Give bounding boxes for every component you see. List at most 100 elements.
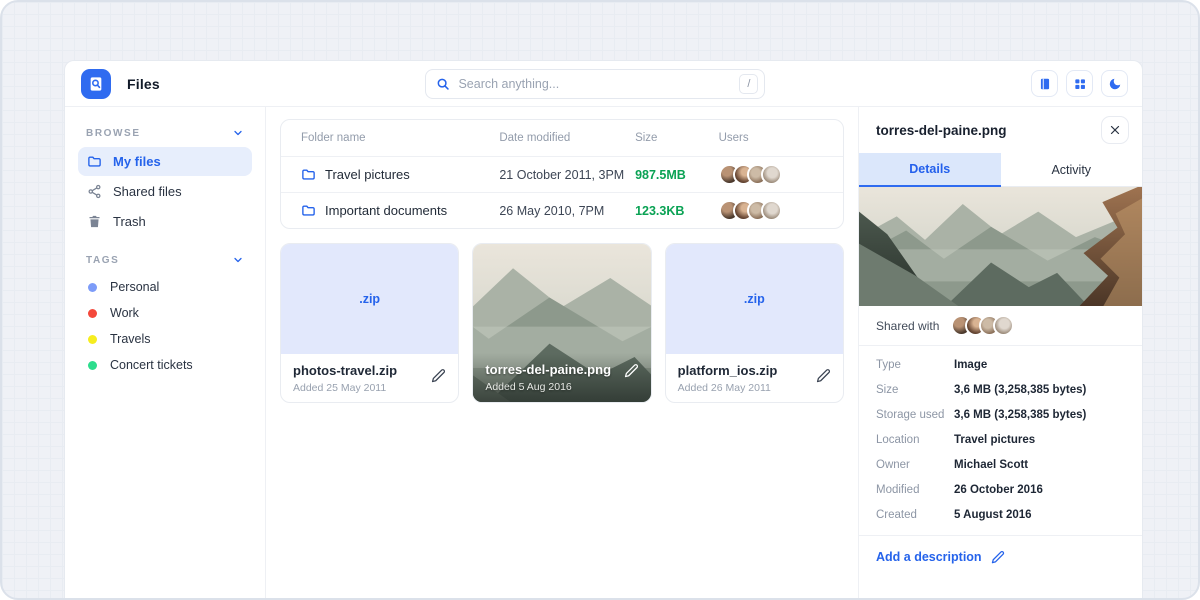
notebook-icon	[1038, 77, 1052, 91]
file-details-list: Type Image Size 3,6 MB (3,258,385 bytes)…	[859, 346, 1142, 531]
file-cards-row: .zip photos-travel.zip Added 25 May 2011	[280, 243, 844, 403]
file-added-date: Added 5 Aug 2016	[485, 381, 638, 393]
close-panel-button[interactable]	[1101, 116, 1129, 144]
chevron-down-icon[interactable]	[232, 127, 244, 139]
tag-item-work[interactable]: Work	[78, 300, 252, 326]
details-panel-header: torres-del-paine.png	[859, 107, 1142, 153]
tag-item-personal[interactable]: Personal	[78, 274, 252, 300]
folder-name: Important documents	[325, 203, 447, 218]
search-input[interactable]	[458, 77, 739, 91]
tag-color-dot	[88, 335, 97, 344]
notebook-button[interactable]	[1031, 70, 1058, 97]
detail-label: Location	[876, 434, 954, 446]
header-center: /	[160, 69, 1031, 99]
add-description-button[interactable]: Add a description	[859, 536, 1142, 578]
tag-label: Personal	[110, 280, 159, 294]
share-icon	[87, 184, 102, 199]
browse-section-label: BROWSE	[86, 128, 141, 139]
detail-row-location: Location Travel pictures	[876, 427, 1125, 452]
tag-label: Concert tickets	[110, 358, 193, 372]
file-card-platform-ios[interactable]: .zip platform_ios.zip Added 26 May 2011	[665, 243, 844, 403]
table-row-travel-pictures[interactable]: Travel pictures 21 October 2011, 3PM 987…	[281, 156, 843, 192]
pencil-icon	[816, 368, 831, 383]
browse-section-header: BROWSE	[78, 127, 252, 139]
moon-icon	[1108, 77, 1122, 91]
tag-item-travels[interactable]: Travels	[78, 326, 252, 352]
tag-color-dot	[88, 361, 97, 370]
column-header-folder-name: Folder name	[301, 132, 499, 144]
zip-preview: .zip	[281, 244, 458, 354]
avatar	[761, 200, 782, 221]
sidebar-item-label: Trash	[113, 214, 146, 229]
selected-file-title: torres-del-paine.png	[876, 123, 1007, 138]
rename-button[interactable]	[624, 363, 639, 378]
tag-item-concert-tickets[interactable]: Concert tickets	[78, 352, 252, 378]
detail-value: 26 October 2016	[954, 484, 1043, 496]
file-name: photos-travel.zip	[293, 363, 446, 378]
header-actions	[1031, 70, 1128, 97]
folder-icon	[301, 167, 316, 182]
zip-preview: .zip	[666, 244, 843, 354]
detail-value: Image	[954, 359, 987, 371]
tag-color-dot	[88, 309, 97, 318]
sidebar: BROWSE My files Shared files Trash	[65, 107, 266, 600]
dark-mode-button[interactable]	[1101, 70, 1128, 97]
search-icon	[436, 77, 450, 91]
detail-row-storage-used: Storage used 3,6 MB (3,258,385 bytes)	[876, 402, 1125, 427]
grid-icon	[1073, 77, 1087, 91]
detail-value: 3,6 MB (3,258,385 bytes)	[954, 409, 1086, 421]
date-modified: 21 October 2011, 3PM	[499, 168, 635, 182]
grid-view-button[interactable]	[1066, 70, 1093, 97]
main-content: Folder name Date modified Size Users Tra…	[266, 107, 858, 600]
tags-section-header: TAGS	[78, 254, 252, 266]
folder-icon	[87, 154, 102, 169]
sidebar-item-label: Shared files	[113, 184, 182, 199]
folder-size: 987.5MB	[635, 168, 719, 182]
app-header: Files /	[65, 61, 1142, 107]
file-card-photos-travel[interactable]: .zip photos-travel.zip Added 25 May 2011	[280, 243, 459, 403]
column-header-users: Users	[719, 132, 823, 144]
avatar	[993, 315, 1014, 336]
sidebar-item-label: My files	[113, 154, 161, 169]
tag-label: Travels	[110, 332, 151, 346]
detail-value: 3,6 MB (3,258,385 bytes)	[954, 384, 1086, 396]
tags-section-label: TAGS	[86, 255, 119, 266]
folders-table: Folder name Date modified Size Users Tra…	[280, 119, 844, 229]
detail-row-size: Size 3,6 MB (3,258,385 bytes)	[876, 377, 1125, 402]
folder-name: Travel pictures	[325, 167, 410, 182]
pencil-icon	[991, 550, 1005, 564]
details-tabs: Details Activity	[859, 153, 1142, 187]
pencil-icon	[431, 368, 446, 383]
shared-avatars	[951, 315, 1014, 336]
details-panel: torres-del-paine.png Details Activity	[858, 107, 1142, 600]
tab-activity[interactable]: Activity	[1001, 153, 1143, 187]
add-description-label: Add a description	[876, 550, 982, 564]
folder-icon	[301, 203, 316, 218]
table-header-row: Folder name Date modified Size Users	[281, 120, 843, 156]
tag-color-dot	[88, 283, 97, 292]
date-modified: 26 May 2010, 7PM	[499, 204, 635, 218]
page-background: Files /	[0, 0, 1200, 600]
trash-icon	[87, 214, 102, 229]
tab-details[interactable]: Details	[859, 153, 1001, 187]
detail-value: Michael Scott	[954, 459, 1028, 471]
detail-row-created: Created 5 August 2016	[876, 502, 1125, 527]
shared-with-label: Shared with	[876, 319, 939, 333]
detail-label: Storage used	[876, 409, 954, 421]
file-preview-image	[859, 187, 1142, 306]
rename-button[interactable]	[431, 368, 446, 383]
chevron-down-icon[interactable]	[232, 254, 244, 266]
shared-with-row: Shared with	[859, 306, 1142, 346]
rename-button[interactable]	[816, 368, 831, 383]
sidebar-item-shared-files[interactable]: Shared files	[78, 177, 252, 206]
detail-label: Size	[876, 384, 954, 396]
app-logo-icon	[81, 69, 111, 99]
sidebar-item-trash[interactable]: Trash	[78, 207, 252, 236]
file-card-torres-del-paine[interactable]: torres-del-paine.png Added 5 Aug 2016	[472, 243, 651, 403]
tag-label: Work	[110, 306, 139, 320]
table-row-important-documents[interactable]: Important documents 26 May 2010, 7PM 123…	[281, 192, 843, 228]
search-bar: /	[425, 69, 765, 99]
search-shortcut-key: /	[739, 74, 758, 94]
files-app-window: Files /	[64, 60, 1143, 600]
sidebar-item-my-files[interactable]: My files	[78, 147, 252, 176]
